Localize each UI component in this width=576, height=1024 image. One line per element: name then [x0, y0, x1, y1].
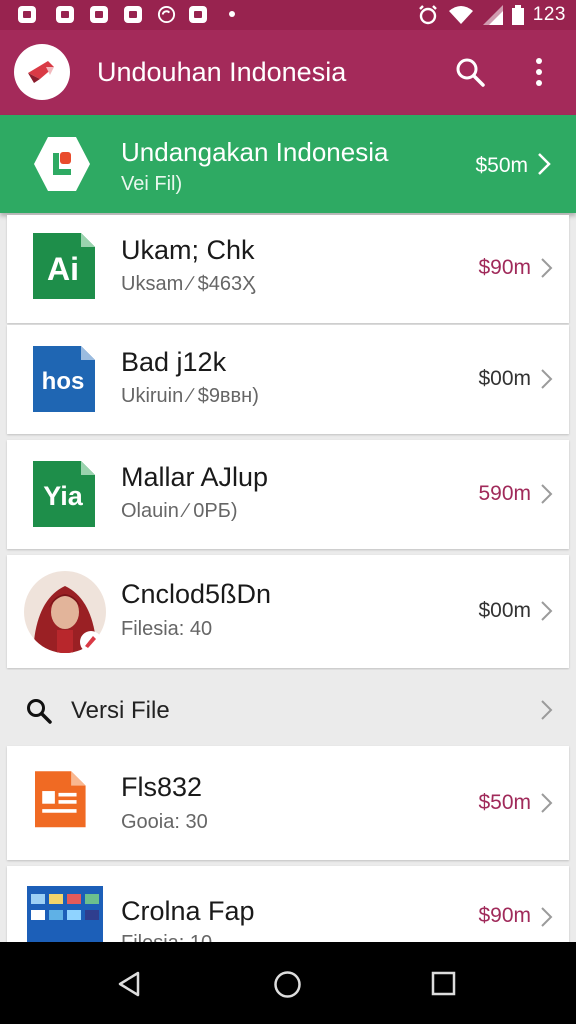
badge-icon — [80, 631, 102, 653]
sync-icon — [157, 5, 176, 24]
app-bar: Undouhan Indonesia — [0, 30, 576, 115]
item-subtitle: Uksam ∕ $463Ӽ — [121, 273, 256, 295]
app-logo-icon — [14, 44, 70, 100]
item-title: Mallar AJlup — [121, 462, 269, 492]
item-subtitle: Olauin ∕ 0PБ) — [121, 500, 238, 522]
list-item[interactable]: Fls832 Gooia: 30 $50m — [7, 746, 569, 860]
recents-icon[interactable] — [431, 971, 456, 996]
chevron-right-icon — [541, 700, 553, 720]
svg-text:Yia: Yia — [43, 481, 84, 511]
svg-text:hos: hos — [42, 368, 85, 395]
yia-file-icon: Yia — [33, 461, 95, 527]
more-vert-icon[interactable] — [526, 54, 552, 90]
chevron-right-icon — [541, 258, 553, 278]
alarm-icon — [418, 5, 437, 25]
notification-icon — [189, 6, 207, 23]
featured-price: $50m — [475, 154, 528, 177]
item-price: $00m — [478, 367, 531, 390]
ai-file-icon: Ai — [33, 233, 95, 299]
search-icon — [27, 699, 52, 724]
app-title: Undouhan Indonesia — [97, 57, 347, 87]
slides-file-icon — [35, 771, 86, 828]
screenshot-thumbnail — [27, 886, 103, 942]
item-title: Cnclod5ßDn — [121, 579, 272, 609]
chevron-right-icon — [538, 153, 551, 175]
back-icon[interactable] — [116, 970, 142, 998]
item-title: Ukam; Chk — [121, 235, 255, 265]
section-title: Versi File — [71, 697, 170, 724]
chevron-right-icon — [541, 793, 553, 813]
item-subtitle: Filesia: 10 — [121, 932, 212, 942]
item-subtitle: Ukiruin ∕ $9ввн) — [121, 385, 259, 407]
search-icon[interactable] — [452, 54, 488, 90]
battery-icon — [511, 5, 524, 25]
wifi-icon — [448, 6, 473, 24]
item-title: Fls832 — [121, 772, 203, 802]
item-price: $00m — [478, 599, 531, 622]
notification-icon — [18, 6, 36, 23]
notification-icon — [90, 6, 108, 23]
section-header[interactable]: Versi File — [0, 670, 576, 746]
featured-row[interactable]: Undangakan Indonesia Vei Fil) $50m — [0, 115, 576, 213]
list-item[interactable]: Cnclod5ßDn Filesia: 40 $00m — [7, 555, 569, 668]
list-item[interactable]: Ai Ukam; Chk Uksam ∕ $463Ӽ $90m — [7, 215, 569, 323]
svg-text:Ai: Ai — [47, 251, 79, 287]
featured-subtitle: Vei Fil) — [121, 173, 183, 195]
status-time: 123 — [532, 4, 566, 25]
notification-icon — [56, 6, 74, 23]
chevron-right-icon — [541, 601, 553, 621]
item-subtitle: Gooia: 30 — [121, 811, 208, 833]
home-icon[interactable] — [273, 970, 302, 999]
app-badge-icon — [34, 137, 90, 191]
featured-title: Undangakan Indonesia — [121, 137, 389, 167]
item-price: $90m — [478, 904, 531, 927]
item-title: Bad j12k — [121, 347, 227, 377]
navigation-bar — [0, 942, 576, 1024]
item-price: 590m — [478, 482, 531, 505]
chevron-right-icon — [541, 369, 553, 389]
dot-icon — [229, 11, 235, 17]
signal-icon — [482, 5, 503, 25]
notification-icon — [124, 6, 142, 23]
list-item[interactable]: Yia Mallar AJlup Olauin ∕ 0PБ) 590m — [7, 440, 569, 549]
item-price: $50m — [478, 791, 531, 814]
status-bar: 123 — [0, 0, 576, 30]
list-item[interactable]: Crolna Fap Filesia: 10 $90m — [7, 866, 569, 942]
hos-file-icon: hos — [33, 346, 95, 412]
item-subtitle: Filesia: 40 — [121, 618, 213, 640]
item-price: $90m — [478, 256, 531, 279]
chevron-right-icon — [541, 484, 553, 504]
chevron-right-icon — [541, 907, 553, 927]
list-item[interactable]: hos Bad j12k Ukiruin ∕ $9ввн) $00m — [7, 325, 569, 434]
item-title: Crolna Fap — [121, 896, 255, 926]
